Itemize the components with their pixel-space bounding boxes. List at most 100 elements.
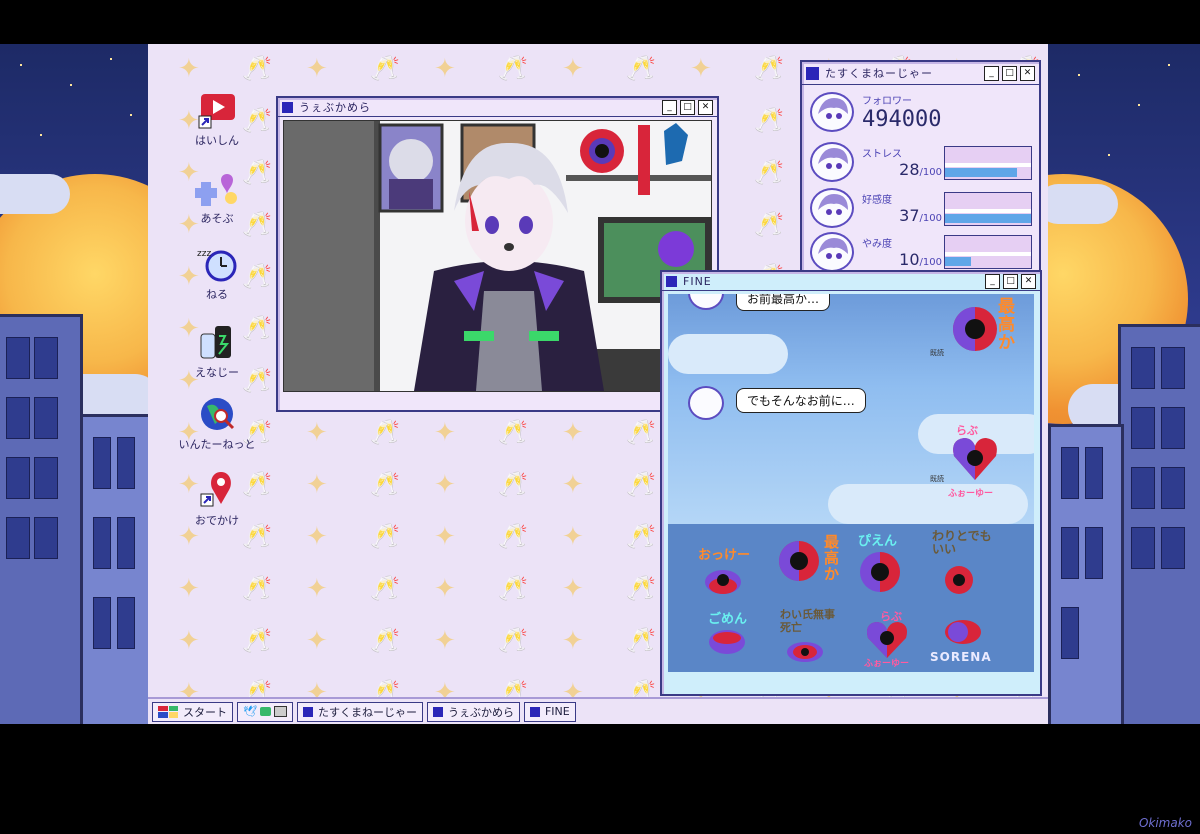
sparkle-icon: ✦ bbox=[562, 626, 584, 656]
energy-drink-icon bbox=[195, 322, 239, 362]
flower-icon bbox=[786, 636, 824, 668]
champagne-glass-icon: 🥂 bbox=[498, 678, 528, 697]
sparkle-icon: ✦ bbox=[178, 626, 200, 656]
followers-label: フォロワー bbox=[862, 96, 912, 107]
sticker-love-sub: ふぉーゆー bbox=[864, 659, 910, 669]
stress-max: /100 bbox=[919, 167, 942, 178]
read-receipt: 既読 bbox=[930, 349, 944, 357]
champagne-glass-icon: 🥂 bbox=[626, 470, 656, 498]
sparkle-icon: ✦ bbox=[434, 678, 456, 697]
minimize-button[interactable]: _ bbox=[984, 65, 999, 81]
building-right bbox=[1118, 324, 1200, 724]
champagne-glass-icon: 🥂 bbox=[370, 470, 400, 498]
close-button[interactable]: ✕ bbox=[1021, 273, 1036, 289]
heart-flower-icon bbox=[864, 620, 910, 660]
desktop-icon-internet[interactable]: いんたーねっと bbox=[172, 394, 262, 452]
flower-icon bbox=[704, 564, 742, 596]
sticker-subtext: ふぉーゆー bbox=[948, 489, 994, 499]
task-label: たすくまねーじゃー bbox=[317, 705, 417, 719]
sparkle-icon: ✦ bbox=[434, 470, 456, 500]
sticker-sorena[interactable]: SORENA bbox=[930, 650, 992, 664]
building-left bbox=[0, 314, 83, 724]
champagne-glass-icon: 🥂 bbox=[754, 106, 784, 134]
champagne-glass-icon: 🥂 bbox=[242, 574, 272, 602]
sticker-text: 最高か bbox=[998, 297, 1015, 353]
chat-history[interactable]: お前最高か… 最高か 既読 でもそんなお前に… らぶ ふぉーゆー 既読 bbox=[668, 294, 1034, 524]
map-pin-icon bbox=[195, 470, 239, 510]
task-webcam[interactable]: うぇぶかめら bbox=[426, 701, 520, 722]
task-manager-window[interactable]: たすくまねーじゃー _ □ ✕ フォロワー 494000 ストレス 28/100… bbox=[800, 60, 1041, 280]
champagne-glass-icon: 🥂 bbox=[242, 626, 272, 654]
task-task-manager[interactable]: たすくまねーじゃー bbox=[296, 701, 423, 722]
maximize-button[interactable]: □ bbox=[1002, 65, 1017, 81]
sparkle-icon: ✦ bbox=[306, 522, 328, 552]
start-button[interactable]: スタート bbox=[152, 701, 233, 722]
champagne-glass-icon: 🥂 bbox=[370, 678, 400, 697]
desktop-icon-sleep[interactable]: zzz ねる bbox=[172, 244, 262, 302]
avatar bbox=[688, 294, 724, 310]
sparkle-icon: ✦ bbox=[562, 574, 584, 604]
sticker-saikouka[interactable]: 最高か bbox=[824, 534, 842, 582]
stress-bar-fill bbox=[945, 168, 1018, 177]
sparkle-icon: ✦ bbox=[434, 522, 456, 552]
sticker-waishi[interactable]: わい氏無事死亡 bbox=[780, 608, 840, 634]
sparkle-icon: ✦ bbox=[434, 54, 456, 84]
sticker-heart-flower bbox=[950, 434, 1000, 484]
minimize-button[interactable]: _ bbox=[985, 273, 1000, 289]
minimize-button[interactable]: _ bbox=[662, 99, 677, 115]
chat-message: お前最高か… bbox=[736, 294, 831, 311]
task-label: FINE bbox=[544, 705, 570, 718]
stress-value: 28 bbox=[899, 160, 920, 179]
champagne-glass-icon: 🥂 bbox=[626, 574, 656, 602]
task-fine[interactable]: FINE bbox=[523, 701, 576, 722]
fine-chat-window[interactable]: FINE _ □ ✕ お前最高か… 最高か 既読 でもそんなお前に… らぶ ふぉ… bbox=[660, 270, 1042, 696]
sticker-ok[interactable]: おっけー bbox=[698, 544, 750, 563]
sticker-whatever[interactable]: わりとでもいい bbox=[932, 530, 992, 556]
champagne-glass-icon: 🥂 bbox=[754, 158, 784, 186]
close-button[interactable]: ✕ bbox=[1020, 65, 1035, 81]
champagne-glass-icon: 🥂 bbox=[626, 54, 656, 82]
champagne-glass-icon: 🥂 bbox=[626, 522, 656, 550]
sticker-pien[interactable]: ぴえん bbox=[858, 530, 897, 549]
avatar bbox=[810, 92, 854, 132]
desktop-icon-outing[interactable]: おでかけ bbox=[172, 470, 262, 528]
sparkle-icon: ✦ bbox=[562, 54, 584, 84]
champagne-glass-icon: 🥂 bbox=[242, 678, 272, 697]
sticker-gomen[interactable]: ごめん bbox=[708, 608, 747, 627]
champagne-glass-icon: 🥂 bbox=[498, 418, 528, 446]
task-manager-titlebar[interactable]: たすくまねーじゃー _ □ ✕ bbox=[802, 62, 1039, 85]
darkness-bar-fill bbox=[945, 257, 971, 266]
webcam-title: うぇぶかめら bbox=[299, 101, 371, 114]
alarm-clock-icon: zzz bbox=[195, 244, 239, 284]
monitor-icon[interactable] bbox=[273, 706, 287, 717]
flower-icon bbox=[858, 550, 902, 594]
desktop-icon-play[interactable]: あそぶ bbox=[172, 168, 262, 226]
twitter-icon[interactable]: 🕊 bbox=[243, 705, 257, 718]
sparkle-icon: ✦ bbox=[178, 678, 200, 697]
start-label: スタート bbox=[183, 705, 227, 719]
sparkle-icon: ✦ bbox=[434, 626, 456, 656]
stress-row: ストレス 28/100 bbox=[810, 142, 942, 182]
sparkle-icon: ✦ bbox=[306, 626, 328, 656]
sparkle-icon: ✦ bbox=[562, 418, 584, 448]
champagne-glass-icon: 🥂 bbox=[754, 210, 784, 238]
chat-icon[interactable] bbox=[259, 707, 271, 716]
followers-row: フォロワー 494000 bbox=[810, 92, 941, 132]
sticker-panel[interactable]: おっけー 最高か ぴえん わりとでもいい ごめん わい氏無事死亡 らぶ ふぉーゆ… bbox=[668, 524, 1034, 672]
read-receipt: 既読 bbox=[930, 475, 944, 483]
desktop-icon-energy[interactable]: えなじー bbox=[172, 322, 262, 380]
close-button[interactable]: ✕ bbox=[698, 99, 713, 115]
webcam-titlebar[interactable]: うぇぶかめら _ □ ✕ bbox=[278, 98, 717, 117]
desktop-icon-stream[interactable]: はいしん bbox=[172, 90, 262, 148]
fine-titlebar[interactable]: FINE _ □ ✕ bbox=[662, 272, 1040, 291]
maximize-button[interactable]: □ bbox=[680, 99, 695, 115]
champagne-glass-icon: 🥂 bbox=[498, 574, 528, 602]
champagne-glass-icon: 🥂 bbox=[370, 418, 400, 446]
champagne-glass-icon: 🥂 bbox=[370, 54, 400, 82]
window-icon bbox=[806, 66, 819, 80]
windows-logo-icon bbox=[158, 705, 178, 718]
maximize-button[interactable]: □ bbox=[1003, 273, 1018, 289]
affection-label: 好感度 bbox=[862, 195, 892, 206]
webcam-window[interactable]: うぇぶかめら _ □ ✕ bbox=[276, 96, 719, 412]
avatar bbox=[688, 386, 724, 420]
